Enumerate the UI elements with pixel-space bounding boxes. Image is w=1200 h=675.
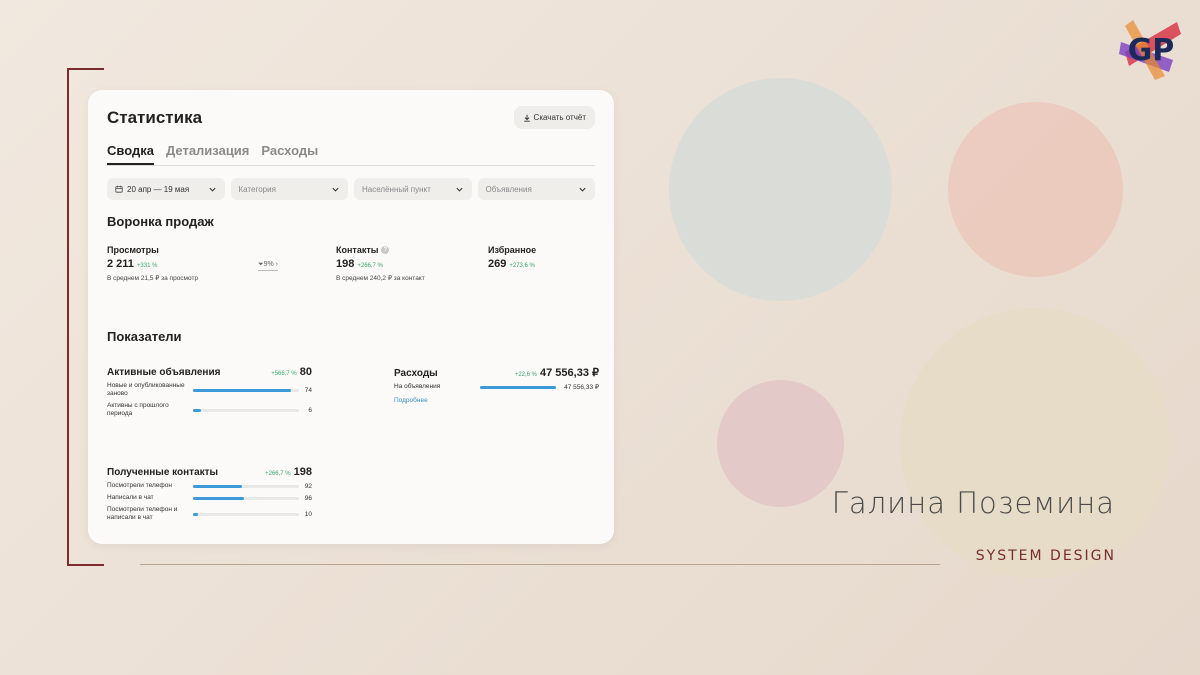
date-range-select[interactable]: 20 апр — 19 мая	[107, 178, 225, 200]
tab-details[interactable]: Детализация	[166, 143, 249, 165]
received-contacts-total: 198	[293, 466, 312, 478]
calendar-icon	[115, 185, 123, 193]
row-value: 96	[304, 494, 312, 502]
progress-fill	[193, 388, 292, 392]
tab-summary[interactable]: Сводка	[107, 143, 154, 165]
progress-bar	[193, 512, 299, 516]
views-note: В среднем 21,5 ₽ за просмотр	[107, 275, 199, 282]
help-icon[interactable]: ?	[381, 246, 390, 254]
received-contacts-change: +266,7 %	[265, 471, 291, 477]
funnel-favorites: Избранное 269 +273,6 %	[488, 245, 536, 270]
funnel-contacts: Контакты ? 198 +266,7 % В среднем 240,2 …	[336, 245, 425, 282]
row-label: Посмотрели телефон и написали в чат	[107, 506, 178, 522]
chevron-down-icon	[455, 187, 463, 192]
row-value: 92	[304, 482, 312, 490]
active-ads-metric: Активные объявления +566,7 % 80 Новые и …	[107, 366, 312, 419]
download-report-button[interactable]: Скачать отчёт	[513, 106, 595, 129]
chevron-down-icon	[332, 187, 339, 192]
tab-expenses[interactable]: Расходы	[261, 143, 318, 165]
expenses-metric: Расходы +22,6 % 47 556,33 ₽ На объявлени…	[394, 366, 599, 404]
row-value: 10	[304, 510, 312, 518]
metric-row: Посмотрели телефон 92	[107, 482, 312, 490]
active-ads-label: Активные объявления	[107, 367, 221, 378]
conversion-value: 9%	[263, 261, 274, 268]
divider-line	[140, 564, 940, 565]
row-label: На объявления	[394, 383, 441, 390]
active-ads-change: +566,7 %	[271, 371, 297, 377]
expenses-total: 47 556,33 ₽	[540, 367, 599, 379]
decor-circle-mauve	[717, 380, 844, 507]
row-label: Посмотрели телефон	[107, 482, 172, 489]
progress-fill	[480, 385, 556, 389]
received-contacts-label: Полученные контакты	[107, 467, 219, 478]
category-placeholder: Категория	[238, 184, 276, 194]
funnel-title: Воронка продаж	[107, 214, 214, 229]
date-range-value: 20 апр — 19 мая	[127, 184, 190, 194]
contacts-metric: Полученные контакты +266,7 % 198 Посмотр…	[107, 466, 312, 523]
progress-fill	[193, 512, 199, 516]
indicators-title: Показатели	[107, 329, 182, 344]
funnel-views: Просмотры 2 211 +331 % В среднем 21,5 ₽ …	[107, 245, 198, 282]
statistics-card: Статистика Скачать отчёт Сводка Детализа…	[88, 90, 614, 544]
tab-bar: Сводка Детализация Расходы	[107, 143, 595, 166]
download-icon	[523, 114, 530, 122]
favorites-value: 269	[488, 258, 507, 270]
download-label: Скачать отчёт	[533, 113, 586, 122]
progress-bar	[480, 385, 556, 389]
author-name: Галина Поземина	[831, 486, 1115, 520]
gp-logo: GP	[1119, 20, 1181, 80]
contacts-note: В среднем 240,2 ₽ за контакт	[336, 275, 425, 282]
progress-bar	[193, 496, 299, 500]
location-select[interactable]: Населённый пункт	[354, 178, 472, 200]
progress-fill	[193, 408, 201, 412]
views-value: 2 211	[107, 258, 134, 270]
metric-row: Посмотрели телефон и написали в чат 10	[107, 506, 312, 522]
ads-placeholder: Объявления	[485, 184, 532, 194]
progress-bar	[193, 388, 299, 392]
progress-bar	[193, 484, 299, 488]
ads-select[interactable]: Объявления	[477, 178, 595, 200]
metric-row: Написали в чат 96	[107, 494, 312, 502]
progress-fill	[193, 496, 244, 500]
active-ads-total: 80	[299, 366, 312, 378]
progress-fill	[193, 484, 242, 488]
svg-text:GP: GP	[1128, 33, 1175, 68]
row-value: 74	[304, 386, 312, 394]
filter-bar: 20 апр — 19 мая Категория Населённый пун…	[107, 178, 595, 200]
decor-circle-pink	[948, 102, 1123, 277]
expenses-label: Расходы	[394, 368, 438, 379]
row-label: Активны с прошлого периода	[107, 402, 169, 418]
contacts-label: Контакты	[336, 245, 379, 255]
metric-row: Активны с прошлого периода 6	[107, 402, 312, 418]
chevron-right-icon: ›	[273, 261, 279, 268]
metric-row: Новые и опубликованные заново 74	[107, 382, 312, 398]
row-value: 47 556,33 ₽	[564, 384, 599, 392]
favorites-change: +273,6 %	[509, 263, 535, 269]
chevron-down-icon	[579, 187, 586, 192]
row-label: Новые и опубликованные заново	[107, 382, 185, 398]
decor-circle-blue	[669, 78, 892, 301]
contacts-change: +266,7 %	[357, 263, 383, 269]
progress-bar	[193, 408, 299, 412]
details-link[interactable]: Подробнее	[394, 397, 599, 404]
location-placeholder: Населённый пункт	[362, 184, 431, 194]
views-label: Просмотры	[107, 245, 159, 255]
row-value: 6	[308, 406, 312, 414]
category-select[interactable]: Категория	[230, 178, 348, 200]
presentation-subtitle: SYSTEM DESIGN	[975, 548, 1116, 564]
contacts-value: 198	[336, 258, 355, 270]
sales-funnel: Просмотры 2 211 +331 % В среднем 21,5 ₽ …	[107, 245, 595, 305]
favorites-label: Избранное	[488, 245, 537, 255]
decor-circle-green	[900, 308, 1170, 578]
metric-row: На объявления 47 556,33 ₽	[394, 383, 599, 391]
views-change: +331 %	[136, 263, 158, 269]
chevron-down-icon	[208, 187, 216, 192]
page-title: Статистика	[107, 107, 203, 127]
conversion-rate[interactable]: ⏷9% ›	[258, 261, 279, 271]
expenses-change: +22,6 %	[514, 372, 537, 378]
row-label: Написали в чат	[107, 494, 154, 502]
